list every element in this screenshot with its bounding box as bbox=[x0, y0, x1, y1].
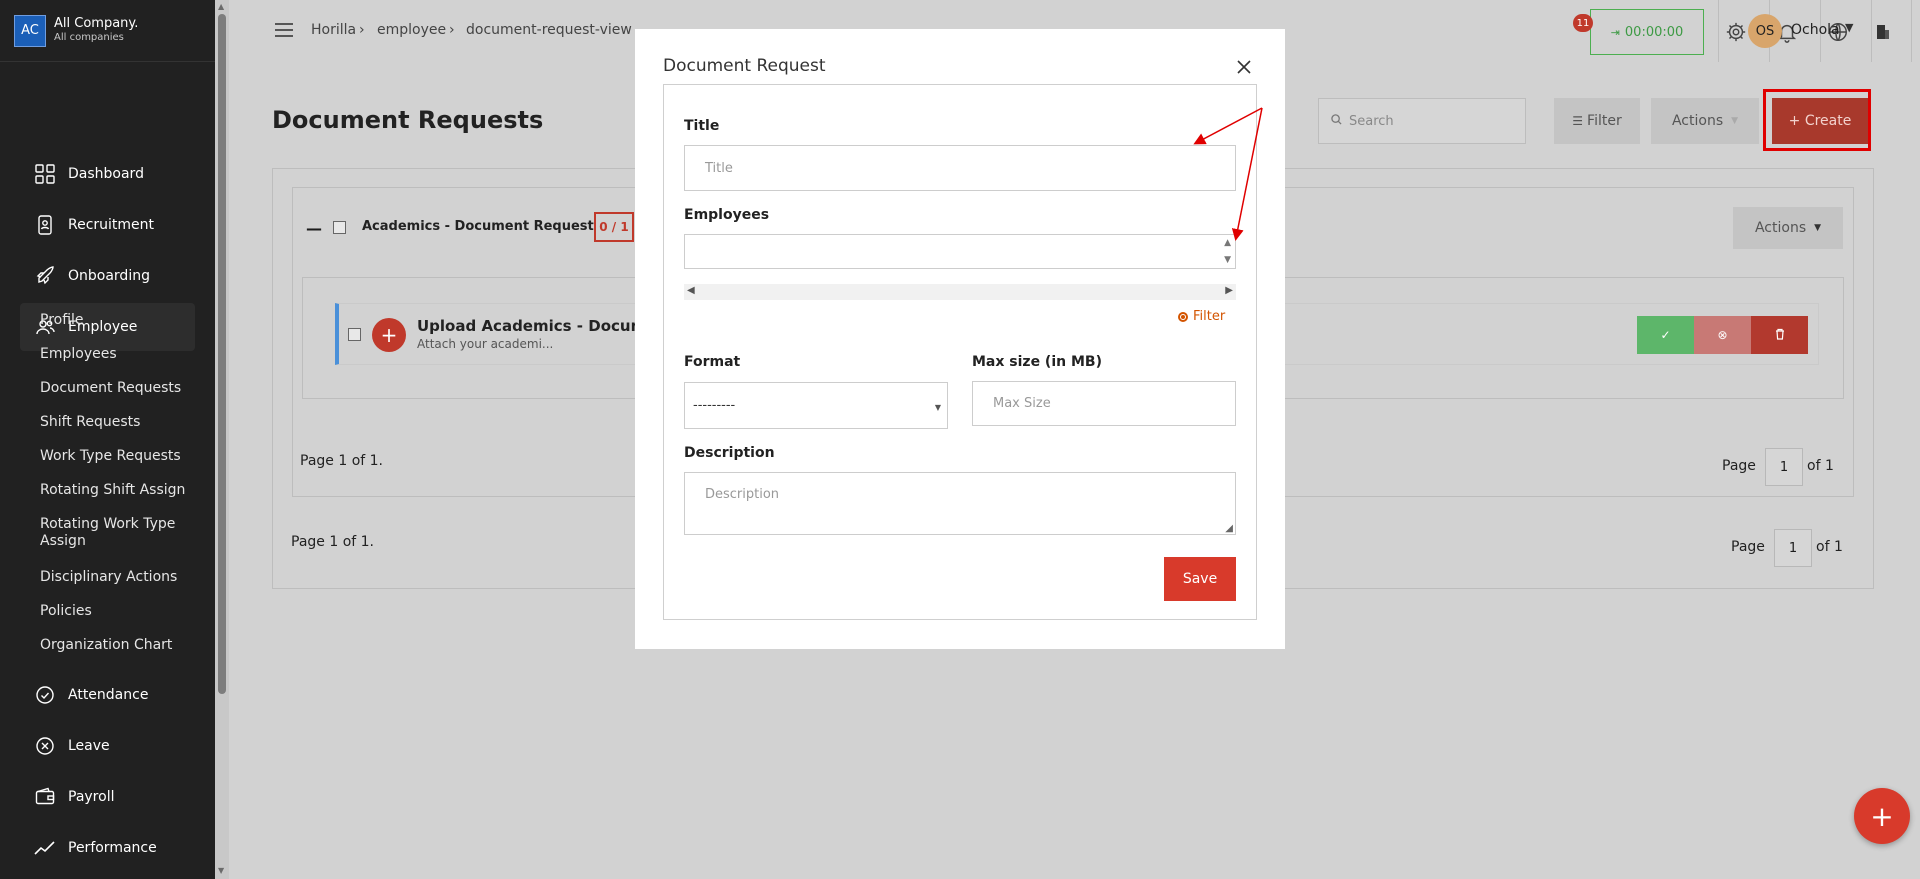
annotation-arrows bbox=[1193, 107, 1263, 241]
arrow-to-title-icon bbox=[1193, 107, 1263, 145]
arrow-to-employees-icon bbox=[1231, 107, 1263, 241]
